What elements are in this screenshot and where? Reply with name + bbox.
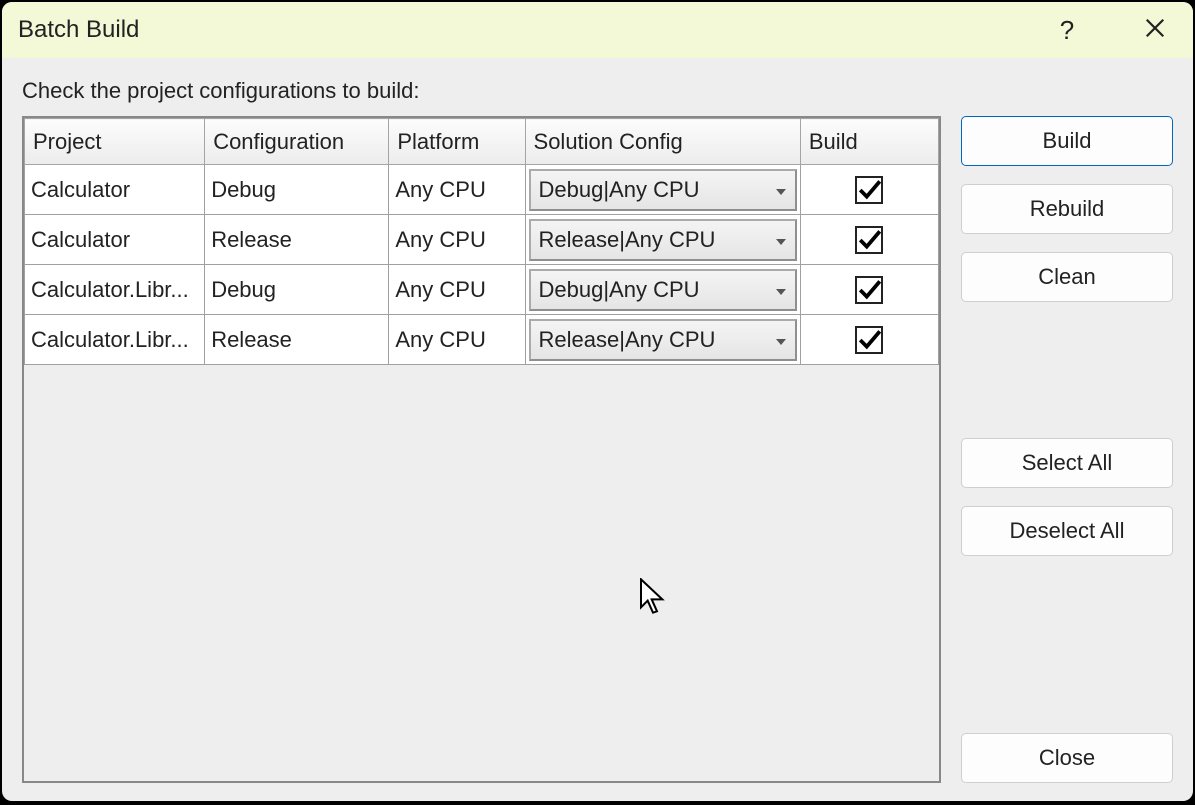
cell-solution: Debug|Any CPU xyxy=(525,265,800,315)
dropdown-label: Debug|Any CPU xyxy=(539,277,700,303)
build-checkbox[interactable] xyxy=(855,326,883,354)
cell-configuration[interactable]: Release xyxy=(205,315,389,365)
column-header-project[interactable]: Project xyxy=(25,119,205,165)
solution-config-dropdown[interactable]: Debug|Any CPU xyxy=(529,269,797,311)
cell-configuration[interactable]: Debug xyxy=(205,165,389,215)
dropdown-label: Release|Any CPU xyxy=(539,227,716,253)
dialog-title: Batch Build xyxy=(18,16,1047,44)
side-buttons: Build Rebuild Clean Select All Deselect … xyxy=(961,116,1173,783)
instruction-text: Check the project configurations to buil… xyxy=(22,78,1173,104)
cell-solution: Debug|Any CPU xyxy=(525,165,800,215)
chevron-down-icon xyxy=(775,327,787,353)
table-row: CalculatorDebugAny CPU Debug|Any CPU xyxy=(25,165,939,215)
table-header-row: Project Configuration Platform Solution … xyxy=(25,119,939,165)
cell-build xyxy=(800,265,938,315)
column-header-build[interactable]: Build xyxy=(800,119,938,165)
titlebar: Batch Build ? xyxy=(2,2,1193,58)
build-button[interactable]: Build xyxy=(961,116,1173,166)
build-checkbox[interactable] xyxy=(855,176,883,204)
configurations-table: Project Configuration Platform Solution … xyxy=(22,116,941,783)
close-icon[interactable] xyxy=(1135,17,1175,44)
cell-project[interactable]: Calculator xyxy=(25,165,205,215)
close-button[interactable]: Close xyxy=(961,733,1173,783)
table-row: Calculator.Libr...DebugAny CPU Debug|Any … xyxy=(25,265,939,315)
build-checkbox[interactable] xyxy=(855,276,883,304)
chevron-down-icon xyxy=(775,177,787,203)
column-header-solution[interactable]: Solution Config xyxy=(525,119,800,165)
cell-build xyxy=(800,215,938,265)
table-row: Calculator.Libr...ReleaseAny CPU Release|… xyxy=(25,315,939,365)
solution-config-dropdown[interactable]: Release|Any CPU xyxy=(529,219,797,261)
select-all-button[interactable]: Select All xyxy=(961,438,1173,488)
clean-button[interactable]: Clean xyxy=(961,252,1173,302)
deselect-all-button[interactable]: Deselect All xyxy=(961,506,1173,556)
dialog-content: Check the project configurations to buil… xyxy=(2,58,1193,801)
cell-project[interactable]: Calculator.Libr... xyxy=(25,315,205,365)
dropdown-label: Debug|Any CPU xyxy=(539,177,700,203)
solution-config-dropdown[interactable]: Release|Any CPU xyxy=(529,319,797,361)
help-button[interactable]: ? xyxy=(1047,15,1087,46)
column-header-configuration[interactable]: Configuration xyxy=(205,119,389,165)
cell-solution: Release|Any CPU xyxy=(525,315,800,365)
cell-configuration[interactable]: Debug xyxy=(205,265,389,315)
cell-platform[interactable]: Any CPU xyxy=(389,265,525,315)
chevron-down-icon xyxy=(775,277,787,303)
cell-platform[interactable]: Any CPU xyxy=(389,215,525,265)
dropdown-label: Release|Any CPU xyxy=(539,327,716,353)
cell-build xyxy=(800,165,938,215)
rebuild-button[interactable]: Rebuild xyxy=(961,184,1173,234)
build-checkbox[interactable] xyxy=(855,226,883,254)
chevron-down-icon xyxy=(775,227,787,253)
solution-config-dropdown[interactable]: Debug|Any CPU xyxy=(529,169,797,211)
batch-build-dialog: Batch Build ? Check the project configur… xyxy=(2,2,1193,801)
cell-project[interactable]: Calculator xyxy=(25,215,205,265)
cell-project[interactable]: Calculator.Libr... xyxy=(25,265,205,315)
cell-platform[interactable]: Any CPU xyxy=(389,165,525,215)
cell-solution: Release|Any CPU xyxy=(525,215,800,265)
cell-platform[interactable]: Any CPU xyxy=(389,315,525,365)
column-header-platform[interactable]: Platform xyxy=(389,119,525,165)
cell-configuration[interactable]: Release xyxy=(205,215,389,265)
cell-build xyxy=(800,315,938,365)
table-row: CalculatorReleaseAny CPU Release|Any CPU xyxy=(25,215,939,265)
